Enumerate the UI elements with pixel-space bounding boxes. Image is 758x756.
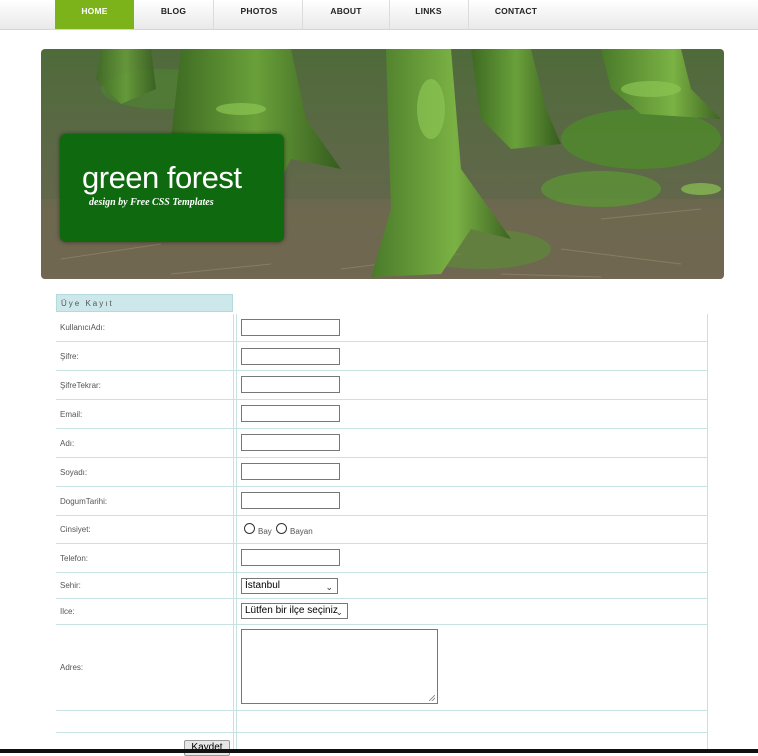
form-row-address: Adres: xyxy=(56,625,708,711)
email-label: Email: xyxy=(56,400,234,428)
city-cell: İstanbul ⌄ xyxy=(236,573,708,598)
name-cell xyxy=(236,429,708,457)
district-label: Ilce: xyxy=(56,599,234,624)
header-banner: green forest design by Free CSS Template… xyxy=(41,49,724,279)
chevron-down-icon: ⌄ xyxy=(325,582,333,592)
password-input[interactable] xyxy=(241,348,340,365)
empty-cell xyxy=(236,711,708,732)
district-cell: Lütfen bir ilçe seçiniz ⌄ xyxy=(236,599,708,624)
form-row-district: Ilce: Lütfen bir ilçe seçiniz ⌄ xyxy=(56,599,708,625)
city-label: Sehir: xyxy=(56,573,234,598)
address-textarea[interactable] xyxy=(241,629,438,704)
nav-home[interactable]: HOME xyxy=(55,0,134,29)
gender-radio-bayan[interactable] xyxy=(276,523,287,534)
address-cell xyxy=(236,625,708,710)
bottom-bar xyxy=(0,749,758,753)
email-input[interactable] xyxy=(241,405,340,422)
form-row-city: Sehir: İstanbul ⌄ xyxy=(56,573,708,599)
form-title: Üye Kayıt xyxy=(56,294,233,312)
site-title: green forest xyxy=(82,160,242,195)
phone-input[interactable] xyxy=(241,549,340,566)
name-input[interactable] xyxy=(241,434,340,451)
nav-about[interactable]: ABOUT xyxy=(303,0,389,29)
nav-links[interactable]: LINKS xyxy=(389,0,468,29)
nav-blog[interactable]: BLOG xyxy=(134,0,213,29)
gender-label-bay: Bay xyxy=(258,527,272,536)
form-row-empty xyxy=(56,711,708,733)
gender-label-bayan: Bayan xyxy=(290,527,313,536)
form-row-surname: Soyadı: xyxy=(56,458,708,487)
district-select[interactable]: Lütfen bir ilçe seçiniz ⌄ xyxy=(241,603,348,619)
birthdate-input[interactable] xyxy=(241,492,340,509)
city-select-value: İstanbul xyxy=(245,580,281,591)
form-row-username: KullanıcıAdı: xyxy=(56,314,708,342)
name-label: Adı: xyxy=(56,429,234,457)
address-label: Adres: xyxy=(56,625,234,710)
resize-handle-icon[interactable] xyxy=(429,695,435,701)
form-row-name: Adı: xyxy=(56,429,708,458)
phone-cell xyxy=(236,544,708,572)
nav-separator xyxy=(468,0,469,29)
password-repeat-label: ŞifreTekrar: xyxy=(56,371,234,399)
password-cell xyxy=(236,342,708,370)
form-row-password-repeat: ŞifreTekrar: xyxy=(56,371,708,400)
surname-label: Soyadı: xyxy=(56,458,234,486)
chevron-down-icon: ⌄ xyxy=(335,607,343,617)
gender-radio-bay[interactable] xyxy=(244,523,255,534)
password-label: Şifre: xyxy=(56,342,234,370)
password-repeat-input[interactable] xyxy=(241,376,340,393)
site-logo: green forest design by Free CSS Template… xyxy=(60,134,284,242)
top-navigation: HOME BLOG PHOTOS ABOUT LINKS CONTACT xyxy=(0,0,758,30)
phone-label: Telefon: xyxy=(56,544,234,572)
nav-separator xyxy=(213,0,214,29)
empty-label xyxy=(56,711,234,732)
password-repeat-cell xyxy=(236,371,708,399)
submit-button[interactable]: Kaydet xyxy=(184,740,230,756)
gender-cell: Bay Bayan xyxy=(236,516,708,543)
surname-input[interactable] xyxy=(241,463,340,480)
birthdate-label: DogumTarihi: xyxy=(56,487,234,515)
form-row-email: Email: xyxy=(56,400,708,429)
surname-cell xyxy=(236,458,708,486)
form-row-birthdate: DogumTarihi: xyxy=(56,487,708,516)
username-input[interactable] xyxy=(241,319,340,336)
email-cell xyxy=(236,400,708,428)
nav-contact[interactable]: CONTACT xyxy=(470,0,562,29)
username-label: KullanıcıAdı: xyxy=(56,314,234,341)
nav-photos[interactable]: PHOTOS xyxy=(215,0,303,29)
city-select[interactable]: İstanbul ⌄ xyxy=(241,578,338,594)
username-cell xyxy=(236,314,708,341)
district-select-value: Lütfen bir ilçe seçiniz xyxy=(245,605,338,616)
form-row-password: Şifre: xyxy=(56,342,708,371)
form-row-gender: Cinsiyet: Bay Bayan xyxy=(56,516,708,544)
form-row-phone: Telefon: xyxy=(56,544,708,573)
gender-label: Cinsiyet: xyxy=(56,516,234,543)
site-subtitle: design by Free CSS Templates xyxy=(89,197,214,208)
birthdate-cell xyxy=(236,487,708,515)
